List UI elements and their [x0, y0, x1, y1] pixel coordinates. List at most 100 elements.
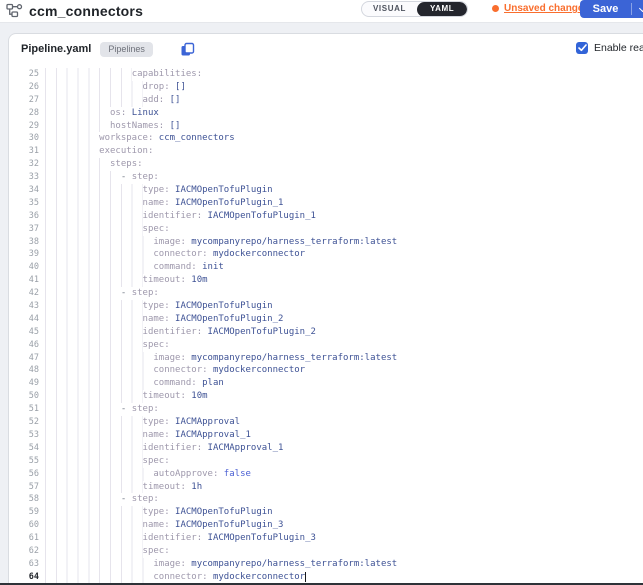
- line-number: 47: [9, 352, 39, 365]
- code-line[interactable]: 46spec:: [9, 339, 643, 352]
- yaml-keyword: false: [218, 468, 251, 481]
- yaml-dash: -: [121, 403, 132, 416]
- visual-yaml-toggle[interactable]: VISUAL YAML: [361, 1, 468, 17]
- indent-guides: [45, 364, 153, 377]
- code-line[interactable]: 35name: IACMOpenTofuPlugin_1: [9, 197, 643, 210]
- yaml-key: add:: [143, 94, 165, 107]
- code-line[interactable]: 50timeout: 10m: [9, 390, 643, 403]
- save-button[interactable]: Save: [580, 0, 631, 18]
- yaml-key: step:: [132, 493, 159, 506]
- line-number: 63: [9, 558, 39, 571]
- yaml-key: image:: [153, 558, 186, 571]
- unsaved-changes-label[interactable]: Unsaved changes: [504, 3, 589, 14]
- yaml-key: command:: [153, 261, 196, 274]
- indent-guides: [45, 94, 143, 107]
- indent-guides: [45, 210, 143, 223]
- code-line[interactable]: 53name: IACMApproval_1: [9, 429, 643, 442]
- code-line[interactable]: 59type: IACMOpenTofuPlugin: [9, 506, 643, 519]
- code-line[interactable]: 27add: []: [9, 94, 643, 107]
- yaml-value: []: [164, 120, 180, 133]
- yaml-dash: -: [121, 493, 132, 506]
- yaml-key: command:: [153, 377, 196, 390]
- save-options-button[interactable]: [632, 0, 643, 18]
- yaml-value: mycompanyrepo/harness_terraform:latest: [186, 236, 397, 249]
- code-line[interactable]: 29hostNames: []: [9, 120, 643, 133]
- line-number: 39: [9, 248, 39, 261]
- yaml-key: spec:: [143, 339, 170, 352]
- code-line[interactable]: 52type: IACMApproval: [9, 416, 643, 429]
- code-line[interactable]: 48connector: mydockerconnector: [9, 364, 643, 377]
- code-line[interactable]: 55spec:: [9, 455, 643, 468]
- tab-visual[interactable]: VISUAL: [362, 2, 417, 16]
- code-line[interactable]: 42- step:: [9, 287, 643, 300]
- yaml-key: identifier:: [143, 210, 203, 223]
- code-line[interactable]: 51- step:: [9, 403, 643, 416]
- code-line[interactable]: 33- step:: [9, 171, 643, 184]
- code-line[interactable]: 36identifier: IACMOpenTofuPlugin_1: [9, 210, 643, 223]
- line-number: 49: [9, 377, 39, 390]
- yaml-code-editor[interactable]: 25capabilities:26drop: []27add: []28os: …: [9, 64, 643, 585]
- yaml-value: IACMOpenTofuPlugin_2: [202, 326, 316, 339]
- save-split-button[interactable]: Save: [580, 0, 643, 18]
- yaml-value: IACMOpenTofuPlugin_1: [202, 210, 316, 223]
- line-number: 58: [9, 493, 39, 506]
- code-line[interactable]: 32steps:: [9, 158, 643, 171]
- file-name: Pipeline.yaml: [21, 43, 91, 55]
- yaml-dash: -: [121, 171, 132, 184]
- code-line[interactable]: 37spec:: [9, 223, 643, 236]
- code-line[interactable]: 56autoApprove: false: [9, 468, 643, 481]
- yaml-value: ccm_connectors: [153, 132, 234, 145]
- line-number: 51: [9, 403, 39, 416]
- checkbox-checked-icon[interactable]: [576, 42, 588, 54]
- indent-guides: [45, 313, 143, 326]
- indent-guides: [45, 429, 143, 442]
- tab-yaml[interactable]: YAML: [417, 2, 467, 17]
- copy-icon[interactable]: [180, 42, 195, 57]
- unsaved-changes-link[interactable]: Unsaved changes: [492, 1, 589, 16]
- code-line[interactable]: 28os: Linux: [9, 107, 643, 120]
- yaml-key: hostNames:: [110, 120, 164, 133]
- yaml-value: mydockerconnector: [208, 364, 306, 377]
- line-number: 41: [9, 274, 39, 287]
- code-line[interactable]: 44name: IACMOpenTofuPlugin_2: [9, 313, 643, 326]
- code-lines[interactable]: 25capabilities:26drop: []27add: []28os: …: [9, 68, 643, 584]
- yaml-value: 10m: [186, 274, 208, 287]
- code-line[interactable]: 30workspace: ccm_connectors: [9, 132, 643, 145]
- entity-badge: Pipelines: [100, 42, 153, 57]
- code-line[interactable]: 31execution:: [9, 145, 643, 158]
- enable-readwrite-toggle[interactable]: Enable read/: [576, 42, 643, 54]
- yaml-key: connector:: [153, 248, 207, 261]
- code-line[interactable]: 43type: IACMOpenTofuPlugin: [9, 300, 643, 313]
- code-line[interactable]: 41timeout: 10m: [9, 274, 643, 287]
- code-line[interactable]: 54identifier: IACMApproval_1: [9, 442, 643, 455]
- indent-guides: [45, 107, 110, 120]
- yaml-value: []: [164, 94, 180, 107]
- code-line[interactable]: 61identifier: IACMOpenTofuPlugin_3: [9, 532, 643, 545]
- yaml-key: autoApprove:: [153, 468, 218, 481]
- code-line[interactable]: 62spec:: [9, 545, 643, 558]
- code-line[interactable]: 45identifier: IACMOpenTofuPlugin_2: [9, 326, 643, 339]
- yaml-value: mycompanyrepo/harness_terraform:latest: [186, 558, 397, 571]
- line-number: 30: [9, 132, 39, 145]
- code-line[interactable]: 25capabilities:: [9, 68, 643, 81]
- code-line[interactable]: 57timeout: 1h: [9, 481, 643, 494]
- code-line[interactable]: 38image: mycompanyrepo/harness_terraform…: [9, 236, 643, 249]
- line-number: 55: [9, 455, 39, 468]
- code-line[interactable]: 34type: IACMOpenTofuPlugin: [9, 184, 643, 197]
- code-line[interactable]: 63 image: mycompanyrepo/harness_terraform…: [9, 558, 643, 571]
- yaml-key: identifier:: [143, 326, 203, 339]
- code-line[interactable]: 60name: IACMOpenTofuPlugin_3: [9, 519, 643, 532]
- code-line[interactable]: 47image: mycompanyrepo/harness_terraform…: [9, 352, 643, 365]
- indent-guides: [45, 184, 143, 197]
- indent-guides: [45, 274, 143, 287]
- code-line[interactable]: 49command: plan: [9, 377, 643, 390]
- code-line[interactable]: 40command: init: [9, 261, 643, 274]
- code-line[interactable]: 39connector: mydockerconnector: [9, 248, 643, 261]
- code-line[interactable]: 26drop: []: [9, 81, 643, 94]
- indent-guides: [45, 223, 143, 236]
- line-number: 25: [9, 68, 39, 81]
- yaml-value: IACMOpenTofuPlugin_2: [170, 313, 284, 326]
- indent-guides: [45, 390, 143, 403]
- code-line[interactable]: 58 - step:: [9, 493, 643, 506]
- line-number: 32: [9, 158, 39, 171]
